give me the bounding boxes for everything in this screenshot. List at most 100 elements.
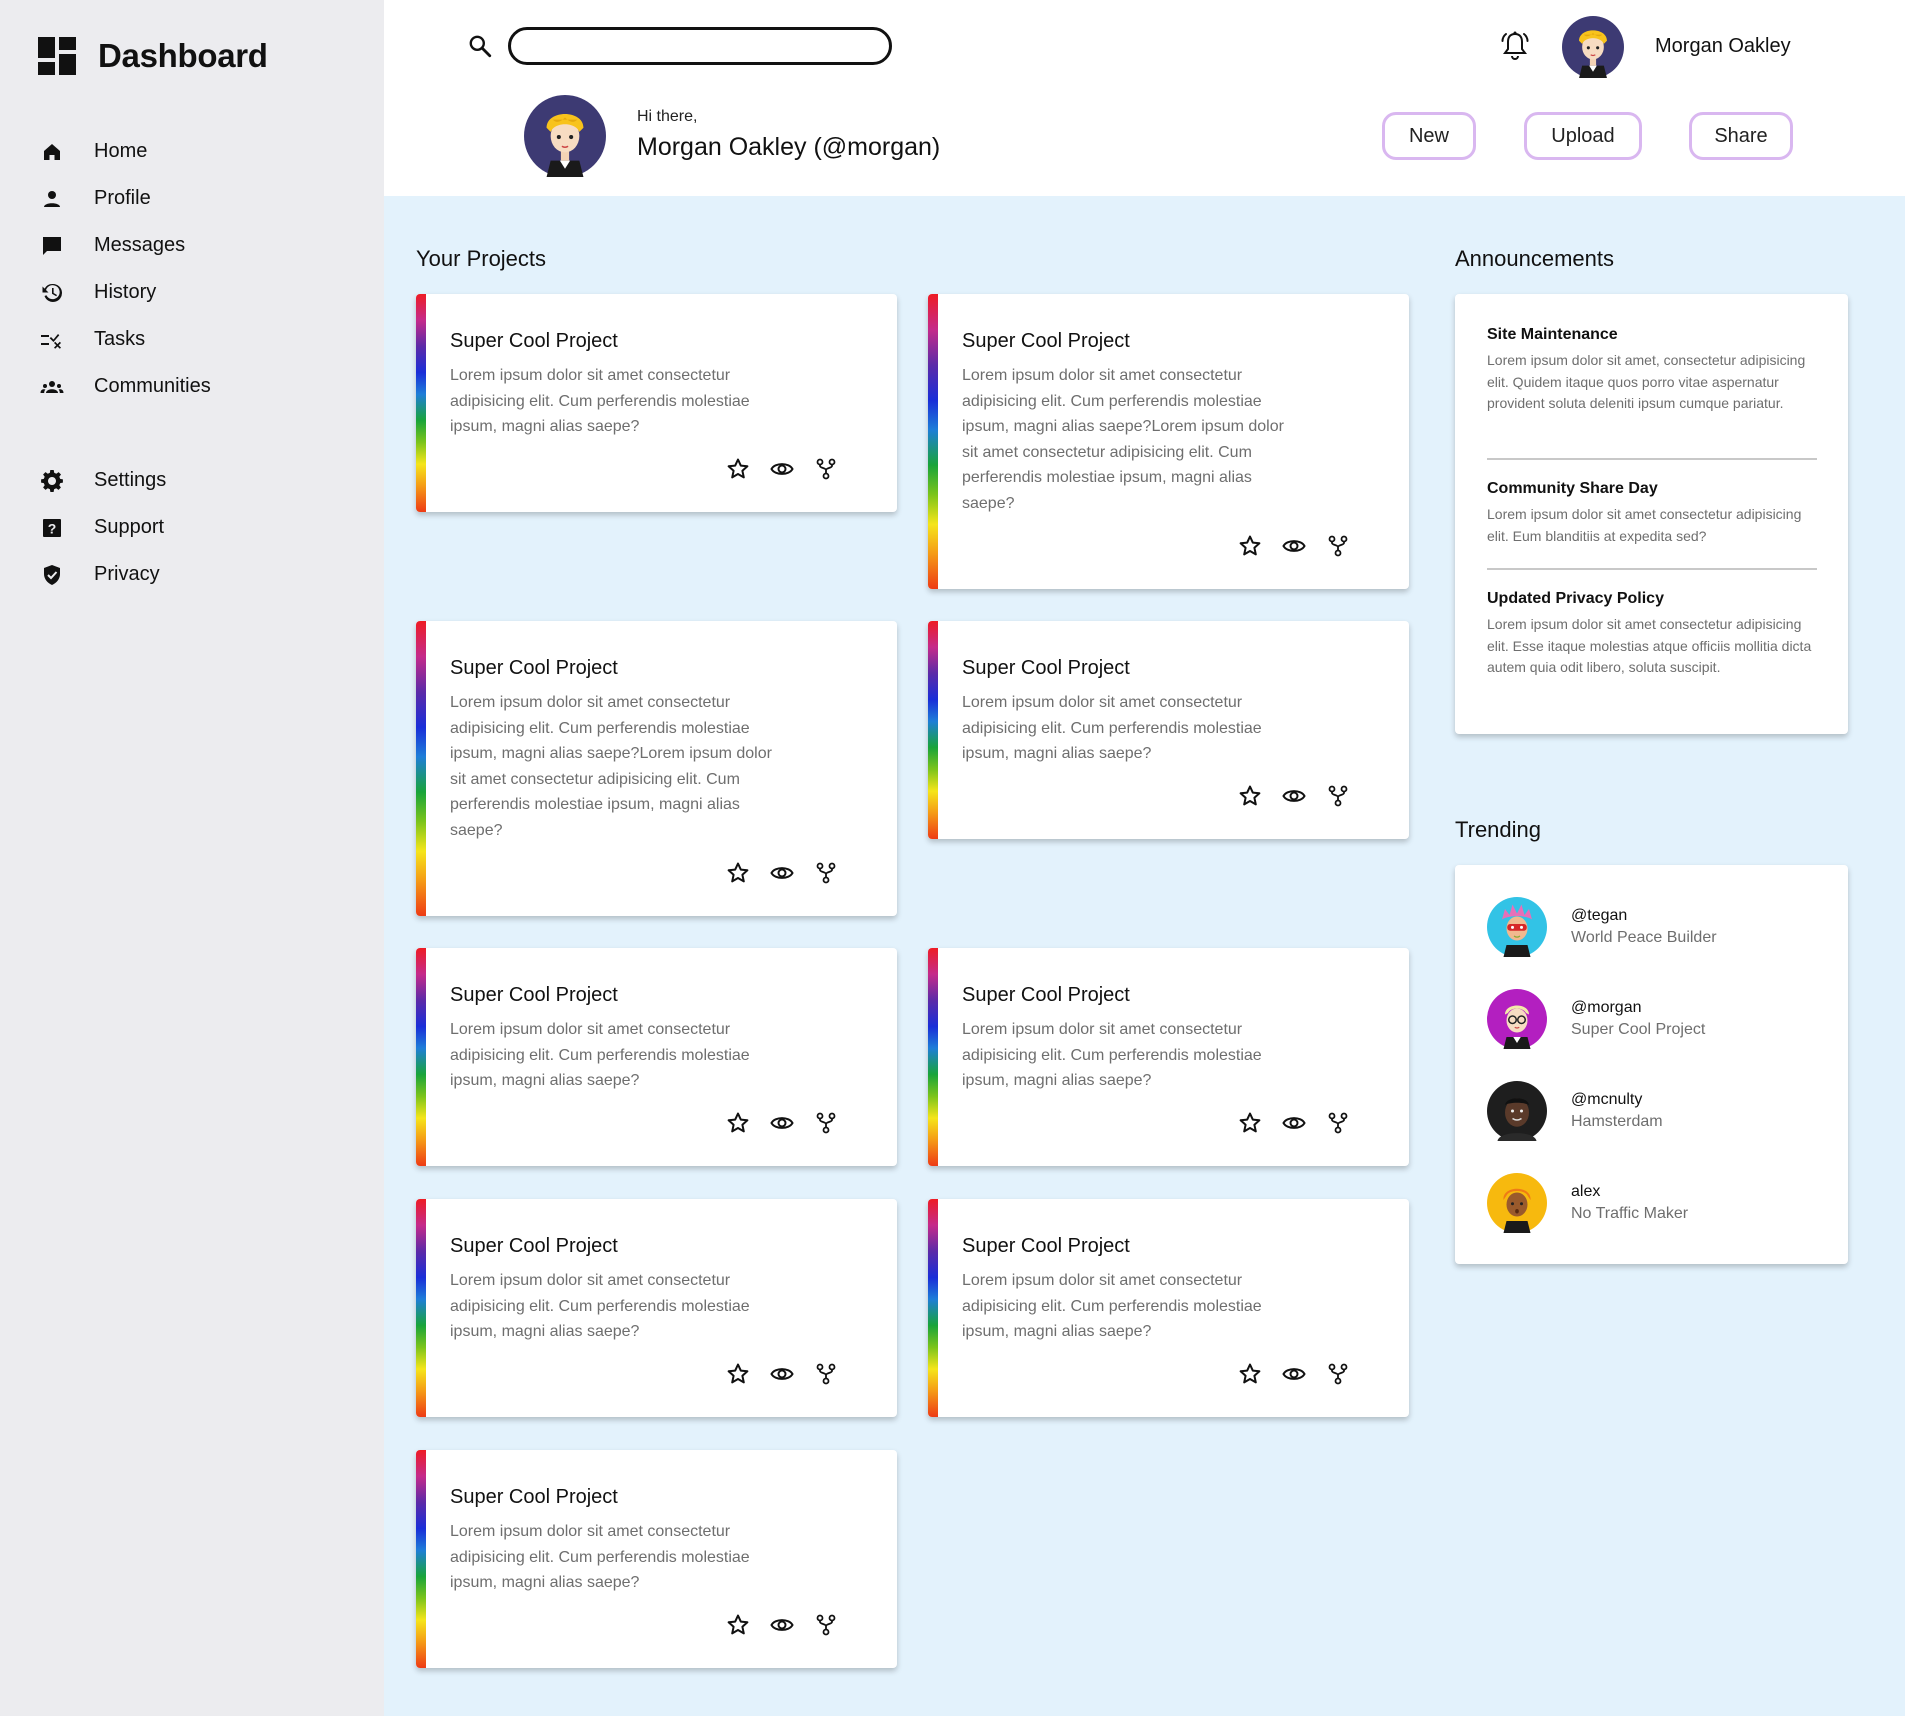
nav-label: History bbox=[94, 281, 157, 303]
announcement-divider bbox=[1487, 458, 1817, 460]
fork-icon[interactable] bbox=[1325, 533, 1351, 559]
star-icon[interactable] bbox=[725, 1110, 751, 1136]
home-icon bbox=[40, 140, 64, 164]
project-card[interactable]: Super Cool Project Lorem ipsum dolor sit … bbox=[928, 948, 1409, 1166]
announcement-body: Lorem ipsum dolor sit amet consectetur a… bbox=[1487, 616, 1812, 675]
project-card[interactable]: Super Cool Project Lorem ipsum dolor sit … bbox=[416, 1450, 897, 1668]
project-card[interactable]: Super Cool Project Lorem ipsum dolor sit … bbox=[416, 294, 897, 512]
trending-item[interactable]: @tegan World Peace Builder bbox=[1487, 897, 1717, 957]
nav-label: Tasks bbox=[94, 328, 146, 350]
star-icon[interactable] bbox=[1237, 1361, 1263, 1387]
card-color-strip bbox=[928, 1199, 938, 1417]
trending-item[interactable]: alex No Traffic Maker bbox=[1487, 1173, 1688, 1233]
avatar bbox=[1487, 989, 1547, 1049]
announcements-panel: Site Maintenance Lorem ipsum dolor sit a… bbox=[1455, 294, 1848, 734]
nav-item-tasks[interactable]: Tasks bbox=[40, 316, 211, 363]
nav-item-privacy[interactable]: Privacy bbox=[40, 551, 166, 598]
trending-handle: alex bbox=[1571, 1183, 1601, 1200]
header-user-name[interactable]: Morgan Oakley bbox=[1655, 35, 1791, 58]
eye-icon[interactable] bbox=[769, 1612, 795, 1638]
fork-icon[interactable] bbox=[1325, 1361, 1351, 1387]
search-input[interactable] bbox=[508, 27, 892, 65]
card-color-strip bbox=[928, 294, 938, 589]
trending-subtitle: Super Cool Project bbox=[1571, 1021, 1706, 1038]
new-button[interactable]: New bbox=[1382, 112, 1476, 160]
project-actions bbox=[725, 1612, 857, 1638]
project-title: Super Cool Project bbox=[450, 657, 618, 679]
trending-item[interactable]: @morgan Super Cool Project bbox=[1487, 989, 1705, 1049]
fork-icon[interactable] bbox=[813, 456, 839, 482]
eye-icon[interactable] bbox=[1281, 533, 1307, 559]
eye-icon[interactable] bbox=[769, 1110, 795, 1136]
eye-icon[interactable] bbox=[1281, 1361, 1307, 1387]
fork-icon[interactable] bbox=[813, 1361, 839, 1387]
project-card[interactable]: Super Cool Project Lorem ipsum dolor sit … bbox=[928, 1199, 1409, 1417]
svg-text:?: ? bbox=[48, 520, 57, 536]
nav-item-home[interactable]: Home bbox=[40, 128, 211, 175]
announcement-item[interactable]: Updated Privacy Policy Lorem ipsum dolor… bbox=[1487, 590, 1817, 679]
avatar bbox=[1487, 1081, 1547, 1141]
fork-icon[interactable] bbox=[1325, 783, 1351, 809]
trending-handle: @morgan bbox=[1571, 999, 1642, 1016]
eye-icon[interactable] bbox=[769, 456, 795, 482]
user-avatar[interactable] bbox=[1562, 16, 1624, 78]
card-color-strip bbox=[928, 621, 938, 839]
shield-icon bbox=[40, 563, 64, 587]
nav-label: Communities bbox=[94, 375, 211, 397]
star-icon[interactable] bbox=[725, 860, 751, 886]
nav-label: Home bbox=[94, 140, 148, 162]
search-icon[interactable] bbox=[467, 33, 493, 59]
announcement-item[interactable]: Community Share Day Lorem ipsum dolor si… bbox=[1487, 480, 1817, 547]
project-actions bbox=[725, 456, 857, 482]
project-title: Super Cool Project bbox=[450, 1486, 618, 1508]
fork-icon[interactable] bbox=[813, 860, 839, 886]
announcement-body: Lorem ipsum dolor sit amet consectetur a… bbox=[1487, 506, 1802, 544]
project-description: Lorem ipsum dolor sit amet consectetur a… bbox=[450, 1272, 750, 1341]
card-color-strip bbox=[416, 294, 426, 512]
bell-icon[interactable] bbox=[1500, 30, 1530, 62]
project-card[interactable]: Super Cool Project Lorem ipsum dolor sit … bbox=[928, 294, 1409, 589]
brand[interactable]: Dashboard bbox=[38, 37, 268, 75]
nav-item-profile[interactable]: Profile bbox=[40, 175, 211, 222]
announcement-item[interactable]: Site Maintenance Lorem ipsum dolor sit a… bbox=[1487, 326, 1817, 415]
star-icon[interactable] bbox=[1237, 533, 1263, 559]
star-icon[interactable] bbox=[1237, 1110, 1263, 1136]
announcement-title: Site Maintenance bbox=[1487, 326, 1618, 343]
eye-icon[interactable] bbox=[769, 1361, 795, 1387]
project-description: Lorem ipsum dolor sit amet consectetur a… bbox=[962, 694, 1262, 763]
fork-icon[interactable] bbox=[813, 1110, 839, 1136]
star-icon[interactable] bbox=[725, 1612, 751, 1638]
eye-icon[interactable] bbox=[1281, 783, 1307, 809]
avatar bbox=[1487, 897, 1547, 957]
project-card[interactable]: Super Cool Project Lorem ipsum dolor sit … bbox=[416, 1199, 897, 1417]
project-actions bbox=[1237, 783, 1369, 809]
star-icon[interactable] bbox=[725, 1361, 751, 1387]
star-icon[interactable] bbox=[725, 456, 751, 482]
nav-item-messages[interactable]: Messages bbox=[40, 222, 211, 269]
brand-title: Dashboard bbox=[98, 37, 268, 74]
nav-item-settings[interactable]: Settings bbox=[40, 457, 166, 504]
project-card[interactable]: Super Cool Project Lorem ipsum dolor sit … bbox=[416, 948, 897, 1166]
upload-button[interactable]: Upload bbox=[1524, 112, 1642, 160]
eye-icon[interactable] bbox=[769, 860, 795, 886]
card-color-strip bbox=[416, 948, 426, 1166]
star-icon[interactable] bbox=[1237, 783, 1263, 809]
projects-title: Your Projects bbox=[416, 246, 547, 271]
dashboard-logo-icon bbox=[38, 37, 76, 75]
nav-label: Settings bbox=[94, 469, 167, 491]
profile-avatar bbox=[524, 95, 606, 177]
eye-icon[interactable] bbox=[1281, 1110, 1307, 1136]
share-button[interactable]: Share bbox=[1689, 112, 1793, 160]
trending-subtitle: Hamsterdam bbox=[1571, 1113, 1663, 1130]
nav-item-communities[interactable]: Communities bbox=[40, 363, 211, 410]
nav-item-support[interactable]: ? Support bbox=[40, 504, 166, 551]
project-card[interactable]: Super Cool Project Lorem ipsum dolor sit … bbox=[928, 621, 1409, 839]
trending-item[interactable]: @mcnulty Hamsterdam bbox=[1487, 1081, 1663, 1141]
profile-full-name: Morgan Oakley (@morgan) bbox=[637, 133, 941, 161]
nav-label: Messages bbox=[94, 234, 186, 256]
fork-icon[interactable] bbox=[813, 1612, 839, 1638]
card-color-strip bbox=[416, 1450, 426, 1668]
nav-item-history[interactable]: History bbox=[40, 269, 211, 316]
project-card[interactable]: Super Cool Project Lorem ipsum dolor sit … bbox=[416, 621, 897, 916]
fork-icon[interactable] bbox=[1325, 1110, 1351, 1136]
